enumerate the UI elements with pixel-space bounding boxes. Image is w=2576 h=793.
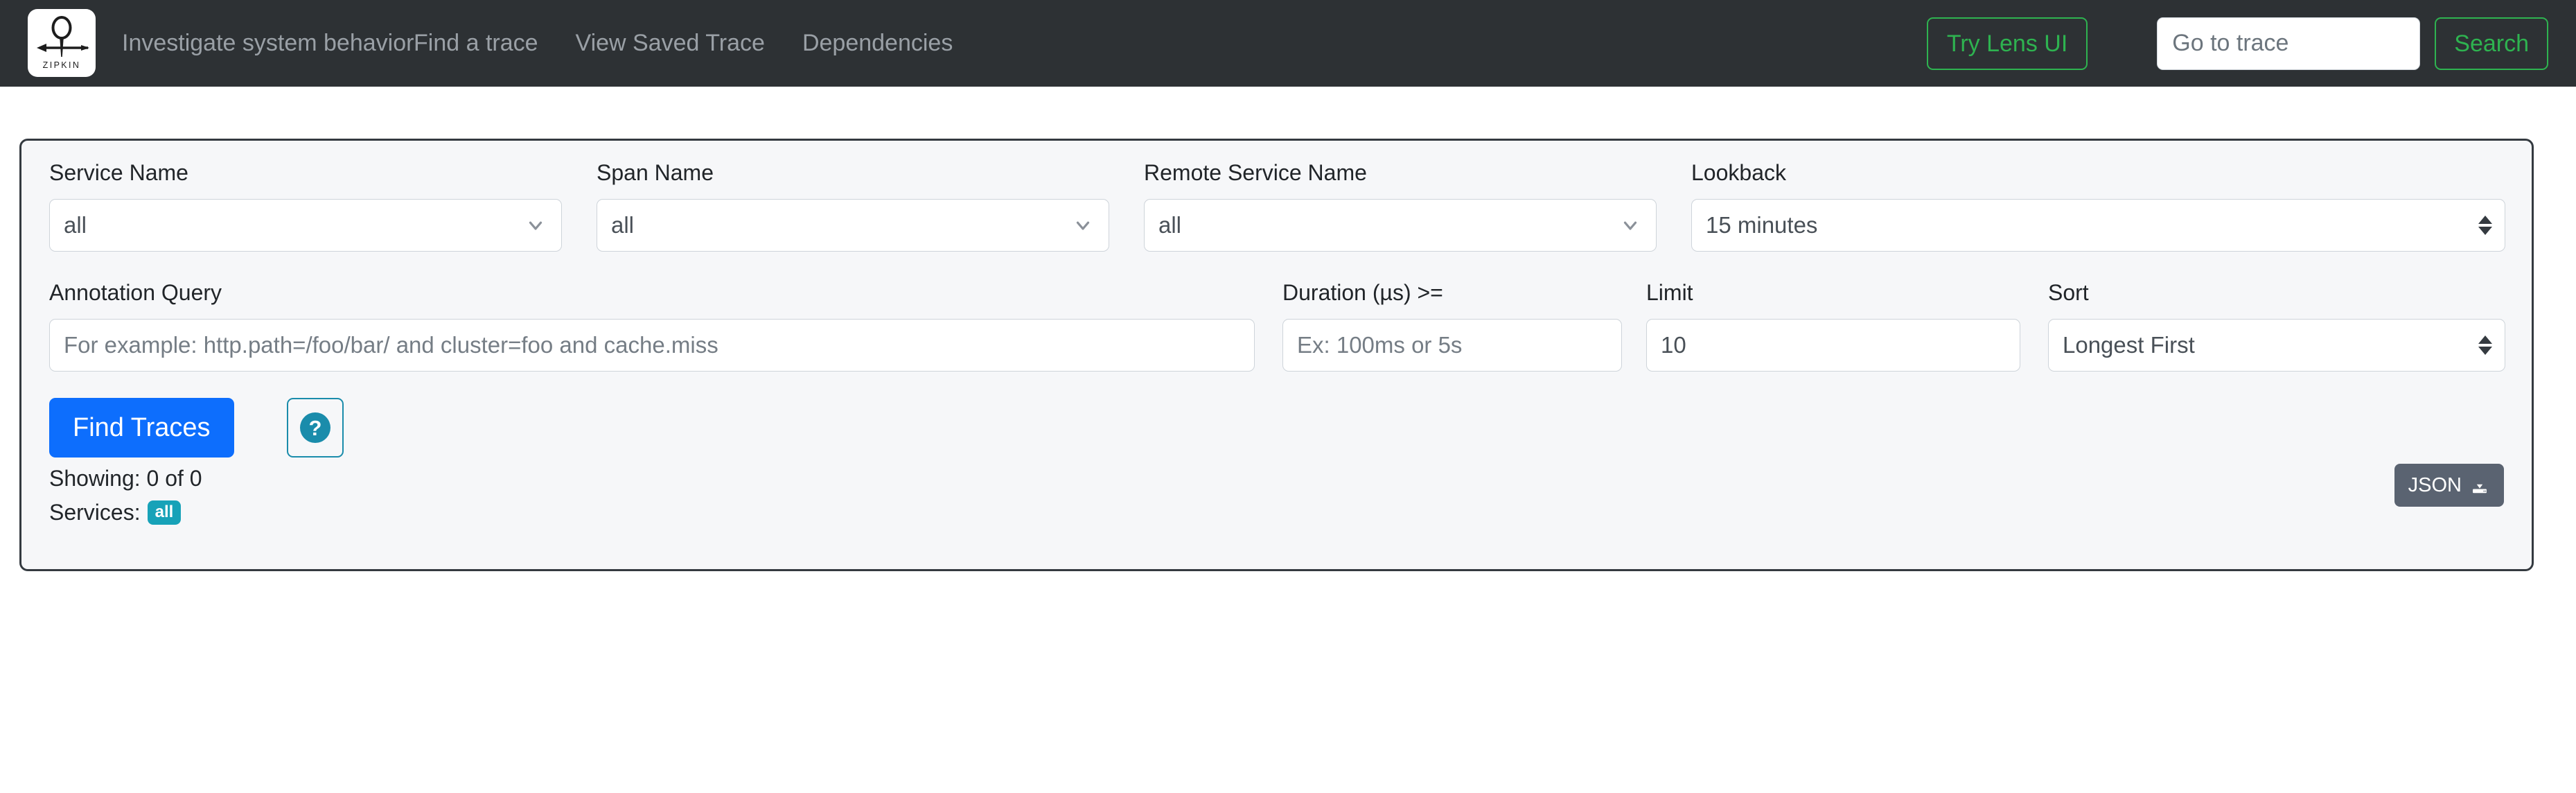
lookback-field: Lookback 15 minutes [1691,162,2505,252]
service-name-label: Service Name [49,160,188,185]
chevron-down-icon [1620,215,1641,236]
navbar: ZIPKIN Investigate system behavior Find … [0,0,2576,87]
search-panel: Service Name all Span Name all Remote Se… [19,139,2534,571]
service-name-value: all [64,212,87,238]
brand-tagline: Investigate system behavior [122,30,414,56]
lookback-label: Lookback [1691,160,1786,185]
showing-count: Showing: 0 of 0 [49,466,202,491]
chevron-down-icon [525,215,546,236]
duration-label: Duration (µs) >= [1282,280,1443,305]
navbar-right-group: Try Lens UI Search [1926,0,2548,87]
download-icon [2469,475,2490,496]
annotation-query-field: Annotation Query [49,281,1255,372]
svg-text:ZIPKIN: ZIPKIN [43,60,81,70]
form-row-2: Annotation Query Duration (µs) >= Limit … [49,281,2505,372]
lookback-value: 15 minutes [1706,212,1818,238]
span-name-label: Span Name [597,160,714,185]
span-name-field: Span Name all [597,162,1109,252]
chevron-down-icon [1073,215,1093,236]
find-traces-button[interactable]: Find Traces [49,398,234,458]
sort-select[interactable]: Longest First [2048,319,2505,372]
sort-label: Sort [2048,280,2089,305]
help-button[interactable]: ? [287,398,344,458]
select-spinner-icon [2478,336,2492,355]
nav-link-dependencies[interactable]: Dependencies [802,30,953,57]
sort-field: Sort Longest First [2048,281,2505,372]
select-spinner-icon [2478,216,2492,235]
nav-link-find-a-trace[interactable]: Find a trace [414,30,538,57]
annotation-query-label: Annotation Query [49,280,222,305]
nav-link-view-saved-trace[interactable]: View Saved Trace [576,30,765,57]
lookback-select[interactable]: 15 minutes [1691,199,2505,252]
form-row-1: Service Name all Span Name all Remote Se… [49,162,2505,252]
annotation-query-input[interactable] [49,319,1255,372]
json-download-button[interactable]: JSON [2394,464,2504,507]
duration-field: Duration (µs) >= [1282,281,1622,372]
zipkin-logo-icon[interactable]: ZIPKIN [28,9,96,77]
span-name-select[interactable]: all [597,199,1109,252]
limit-field: Limit [1646,281,2020,372]
services-summary: Services: all [49,500,182,525]
nav-links: Find a trace View Saved Trace Dependenci… [414,0,953,87]
service-name-field: Service Name all [49,162,562,252]
duration-input[interactable] [1282,319,1622,372]
sort-value: Longest First [2063,332,2195,358]
service-name-select[interactable]: all [49,199,562,252]
json-button-label: JSON [2408,473,2462,496]
remote-service-name-label: Remote Service Name [1144,160,1367,185]
services-label: Services: [49,500,141,525]
question-mark-icon: ? [300,412,330,443]
status-badge: all [147,500,182,525]
search-button[interactable]: Search [2435,17,2548,70]
remote-service-name-value: all [1158,212,1182,238]
form-actions: Find Traces ? Showing: 0 of 0 Services: … [49,398,2504,537]
span-name-value: all [611,212,635,238]
remote-service-name-field: Remote Service Name all [1144,162,1657,252]
limit-input[interactable] [1646,319,2020,372]
go-to-trace-input[interactable] [2157,17,2421,70]
remote-service-name-select[interactable]: all [1144,199,1657,252]
limit-label: Limit [1646,280,1693,305]
try-lens-ui-button[interactable]: Try Lens UI [1926,17,2088,70]
